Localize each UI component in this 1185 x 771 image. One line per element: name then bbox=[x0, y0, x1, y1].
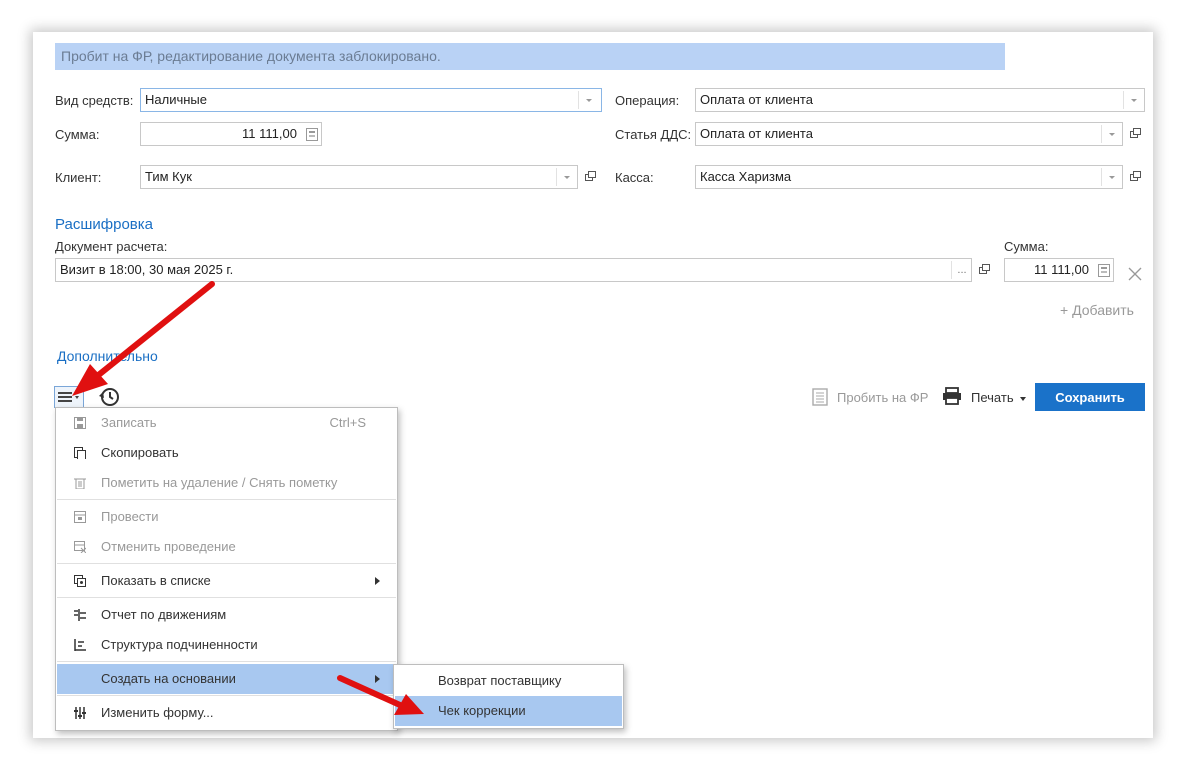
menu-item-save[interactable]: Записать Ctrl+S bbox=[57, 408, 396, 438]
history-icon[interactable] bbox=[98, 386, 120, 408]
locked-banner: Пробит на ФР, редактирование документа з… bbox=[55, 43, 1005, 70]
doc-field[interactable]: Визит в 18:00, 30 мая 2025 г. ... bbox=[55, 258, 972, 282]
more-menu: Записать Ctrl+S Скопировать Пометить на … bbox=[55, 407, 398, 731]
menu-item-label: Записать bbox=[101, 415, 157, 430]
vid-dropdown-icon[interactable] bbox=[578, 91, 599, 109]
dds-open-icon[interactable] bbox=[1124, 123, 1144, 145]
dds-dropdown-icon[interactable] bbox=[1101, 125, 1122, 143]
menu-item-label: Провести bbox=[101, 509, 159, 524]
chevron-down-icon bbox=[1020, 396, 1027, 401]
menu-item-label: Структура подчиненности bbox=[101, 637, 258, 652]
doc-open-icon[interactable] bbox=[973, 259, 993, 281]
menu-item-subordination[interactable]: Структура подчиненности bbox=[57, 630, 396, 660]
menu-item-create-based-on[interactable]: Создать на основании bbox=[57, 664, 396, 694]
dds-label: Статья ДДС: bbox=[615, 127, 692, 142]
menu-item-post[interactable]: Провести bbox=[57, 502, 396, 532]
menu-item-label: Пометить на удаление / Снять пометку bbox=[101, 475, 338, 490]
create-based-on-submenu: Возврат поставщику Чек коррекции bbox=[393, 664, 624, 729]
submenu-item-correction-receipt[interactable]: Чек коррекции bbox=[395, 696, 622, 726]
submenu-arrow-icon bbox=[375, 577, 380, 585]
client-field[interactable]: Тим Кук bbox=[140, 165, 578, 189]
menu-item-label: Показать в списке bbox=[101, 573, 211, 588]
post-icon bbox=[74, 511, 86, 523]
settings-icon bbox=[74, 707, 86, 719]
close-icon[interactable] bbox=[1128, 267, 1142, 281]
menu-divider bbox=[57, 661, 396, 662]
add-row-link[interactable]: + Добавить bbox=[1060, 302, 1134, 318]
menu-item-change-form[interactable]: Изменить форму... bbox=[57, 698, 396, 728]
menu-item-label: Изменить форму... bbox=[101, 705, 214, 720]
summa-label: Сумма: bbox=[55, 127, 100, 142]
kassa-field[interactable]: Касса Харизма bbox=[695, 165, 1123, 189]
doc-picker-icon[interactable]: ... bbox=[951, 261, 972, 279]
shortcut-label: Ctrl+S bbox=[329, 415, 366, 430]
copy-icon bbox=[74, 447, 86, 459]
operation-field[interactable]: Оплата от клиента bbox=[695, 88, 1145, 112]
line-sum-value: 11 111,00 bbox=[1034, 262, 1089, 277]
summa-field[interactable]: 11 111,00 bbox=[140, 122, 322, 146]
dds-value: Оплата от клиента bbox=[700, 126, 813, 141]
kassa-dropdown-icon[interactable] bbox=[1101, 168, 1122, 186]
dds-field[interactable]: Оплата от клиента bbox=[695, 122, 1123, 146]
hamburger-icon bbox=[58, 392, 79, 402]
submenu-item-label: Возврат поставщику bbox=[438, 673, 562, 688]
client-value: Тим Кук bbox=[145, 169, 192, 184]
client-label: Клиент: bbox=[55, 170, 102, 185]
menu-divider bbox=[57, 695, 396, 696]
print-button[interactable]: Печать bbox=[971, 390, 1027, 405]
report-icon bbox=[74, 609, 86, 621]
vid-field[interactable]: Наличные bbox=[140, 88, 602, 112]
save-icon bbox=[74, 417, 86, 429]
menu-item-label: Отчет по движениям bbox=[101, 607, 227, 622]
submenu-arrow-icon bbox=[375, 675, 380, 683]
menu-item-unpost[interactable]: Отменить проведение bbox=[57, 532, 396, 562]
menu-item-copy[interactable]: Скопировать bbox=[57, 438, 396, 468]
list-icon bbox=[74, 575, 86, 587]
menu-item-mark-delete[interactable]: Пометить на удаление / Снять пометку bbox=[57, 468, 396, 498]
client-dropdown-icon[interactable] bbox=[556, 168, 577, 186]
submenu-item-supplier-return[interactable]: Возврат поставщику bbox=[395, 666, 622, 696]
operation-label: Операция: bbox=[615, 93, 680, 108]
calculator-icon[interactable] bbox=[1098, 264, 1110, 277]
menu-item-show-in-list[interactable]: Показать в списке bbox=[57, 566, 396, 596]
menu-divider bbox=[57, 563, 396, 564]
menu-item-label: Создать на основании bbox=[101, 671, 236, 686]
vid-value: Наличные bbox=[145, 92, 207, 107]
print-label: Печать bbox=[971, 390, 1014, 405]
operation-dropdown-icon[interactable] bbox=[1123, 91, 1144, 109]
trash-icon bbox=[74, 478, 86, 489]
kassa-open-icon[interactable] bbox=[1124, 166, 1144, 188]
menu-item-label: Отменить проведение bbox=[101, 539, 236, 554]
client-open-icon[interactable] bbox=[579, 166, 599, 188]
menu-divider bbox=[57, 499, 396, 500]
line-sum-field[interactable]: 11 111,00 bbox=[1004, 258, 1114, 282]
printer-icon bbox=[943, 387, 961, 405]
operation-value: Оплата от клиента bbox=[700, 92, 813, 107]
doc-label: Документ расчета: bbox=[55, 239, 168, 254]
kassa-label: Касса: bbox=[615, 170, 654, 185]
calculator-icon[interactable] bbox=[306, 128, 318, 141]
breakdown-title: Расшифровка bbox=[55, 216, 153, 233]
summa-value: 11 111,00 bbox=[242, 126, 297, 141]
menu-item-label: Скопировать bbox=[101, 445, 179, 460]
more-menu-button[interactable] bbox=[54, 386, 84, 408]
submenu-item-label: Чек коррекции bbox=[438, 703, 526, 718]
menu-item-movements-report[interactable]: Отчет по движениям bbox=[57, 600, 396, 630]
fr-icon bbox=[812, 388, 828, 406]
menu-divider bbox=[57, 597, 396, 598]
additional-link[interactable]: Дополнительно bbox=[57, 348, 158, 364]
kassa-value: Касса Харизма bbox=[700, 169, 792, 184]
sum-label: Сумма: bbox=[1004, 239, 1049, 254]
unpost-icon bbox=[74, 541, 86, 553]
vid-label: Вид средств: bbox=[55, 93, 134, 108]
save-button[interactable]: Сохранить bbox=[1035, 383, 1145, 411]
doc-value: Визит в 18:00, 30 мая 2025 г. bbox=[60, 262, 234, 277]
fr-button[interactable]: Пробить на ФР bbox=[837, 390, 928, 405]
structure-icon bbox=[74, 639, 86, 651]
